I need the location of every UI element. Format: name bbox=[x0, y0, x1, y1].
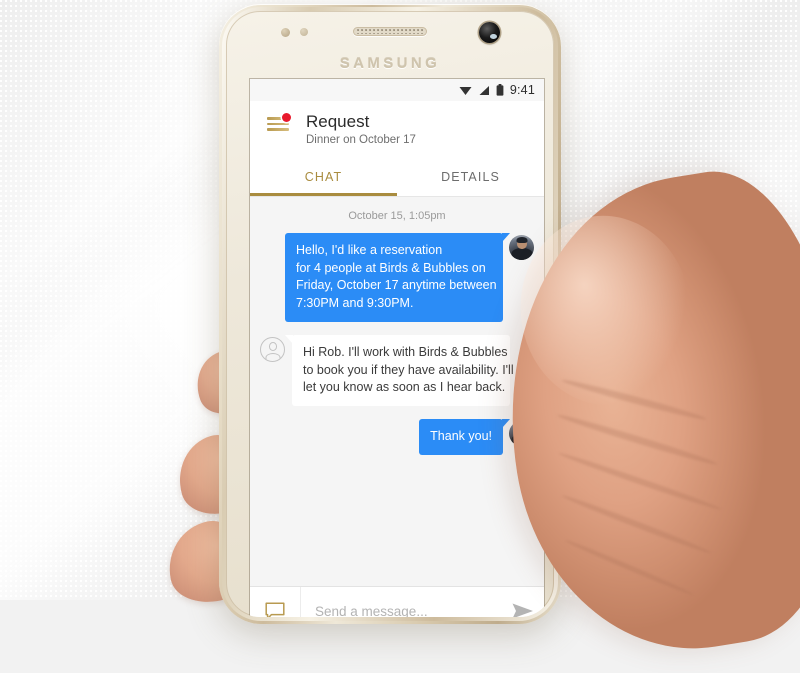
page-subtitle: Dinner on October 17 bbox=[306, 134, 416, 147]
app-bar: Request Dinner on October 17 bbox=[250, 101, 544, 157]
battery-icon bbox=[496, 84, 504, 96]
device-brand-label: SAMSUNG bbox=[339, 55, 441, 72]
cellular-signal-icon bbox=[479, 85, 489, 95]
tab-active-indicator bbox=[250, 193, 397, 196]
message-line: for 4 people at Birds & Bubbles on bbox=[296, 260, 486, 275]
message-line: Friday, October 17 anytime between bbox=[296, 278, 497, 293]
tab-bar: CHAT DETAILS bbox=[250, 156, 544, 197]
phone-screen: 9:41 Request Dinner on October 17 CHAT D… bbox=[250, 79, 544, 617]
message-line: 7:30PM and 9:30PM. bbox=[296, 296, 414, 311]
avatar bbox=[260, 336, 285, 362]
message-row: Hello, I'd like a reservation for 4 peop… bbox=[260, 232, 534, 322]
phone-front-panel: SAMSUNG 9:41 Request Dinner on October 1… bbox=[226, 11, 554, 617]
message-row: Thank you! bbox=[260, 419, 534, 455]
phone-device: SAMSUNG 9:41 Request Dinner on October 1… bbox=[219, 4, 561, 624]
message-line: Hello, I'd like a reservation bbox=[296, 242, 443, 257]
avatar bbox=[509, 234, 534, 260]
tab-details[interactable]: DETAILS bbox=[397, 157, 544, 196]
proximity-sensor-icon bbox=[281, 28, 290, 37]
light-sensor-icon bbox=[300, 28, 308, 36]
front-camera bbox=[479, 22, 500, 43]
send-arrow-icon[interactable] bbox=[500, 587, 544, 617]
message-row: Hi Rob. I'll work with Birds & Bubbles t… bbox=[260, 334, 534, 407]
search-input[interactable] bbox=[301, 587, 500, 617]
message-line: to book you if they have availability. I… bbox=[303, 362, 514, 377]
message-line: Thank you! bbox=[430, 429, 492, 444]
wifi-icon bbox=[459, 86, 472, 95]
message-bubble-outgoing: Hello, I'd like a reservation for 4 peop… bbox=[285, 232, 510, 322]
message-line: let you know as soon as I hear back. bbox=[303, 380, 506, 395]
message-composer bbox=[250, 586, 544, 617]
message-bubble-incoming: Hi Rob. I'll work with Birds & Bubbles t… bbox=[285, 334, 514, 407]
thread-timestamp: October 15, 1:05pm bbox=[348, 209, 446, 222]
earpiece-speaker bbox=[353, 27, 427, 36]
tab-chat[interactable]: CHAT bbox=[250, 157, 397, 196]
message-bubble-outgoing: Thank you! bbox=[419, 419, 510, 455]
app-bar-titles: Request Dinner on October 17 bbox=[306, 112, 544, 148]
message-line: Hi Rob. I'll work with Birds & Bubbles bbox=[303, 344, 508, 359]
chat-bubble-icon[interactable] bbox=[250, 587, 301, 617]
status-time: 9:41 bbox=[509, 83, 535, 97]
notification-badge bbox=[282, 113, 291, 122]
page-title: Request bbox=[306, 112, 370, 131]
message-thread[interactable]: October 15, 1:05pm Hello, I'd like a res… bbox=[250, 196, 544, 586]
hamburger-menu-icon[interactable] bbox=[250, 112, 306, 131]
status-bar: 9:41 bbox=[250, 79, 544, 101]
